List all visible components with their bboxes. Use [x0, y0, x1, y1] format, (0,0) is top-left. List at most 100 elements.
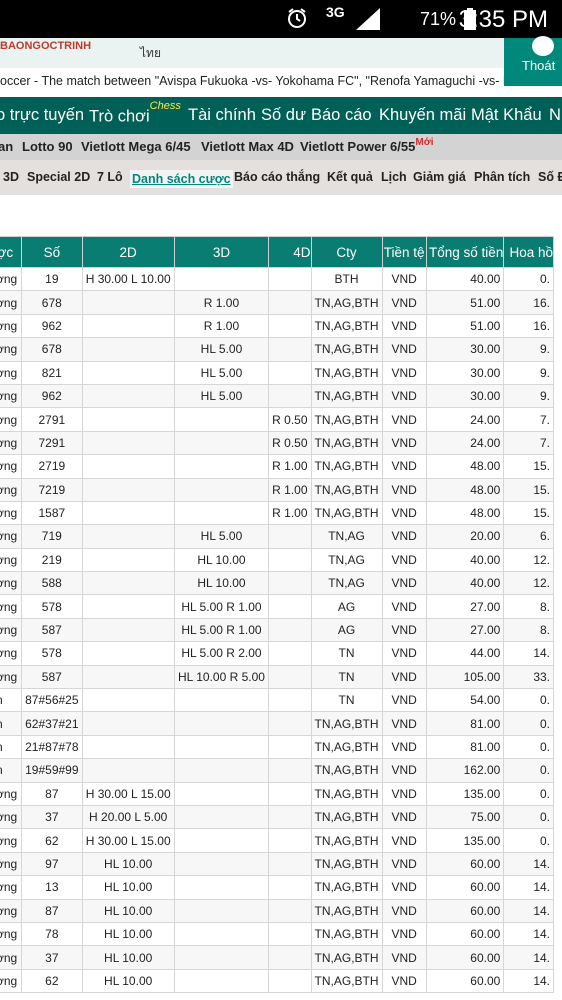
cell-bet-type: n — [0, 711, 23, 736]
cell-number: 62 — [21, 968, 83, 994]
cell-commission: 0. — [503, 828, 554, 853]
cell-3d — [173, 828, 270, 853]
cell-commission: 9. — [503, 360, 554, 385]
cell-number: 87#56#25 — [21, 688, 83, 713]
cell-total: 40.00 — [425, 571, 505, 596]
cell-3d — [173, 921, 270, 947]
lottery-nav: an Lotto 90 Vietlott Mega 6/45 Vietlott … — [0, 134, 562, 160]
table-row: ờng13HL 10.00 TN,AG,BTHVND60.0014. — [0, 875, 554, 900]
cell-company: TN,AG,BTH — [310, 313, 383, 339]
lottery-tab-lotto90[interactable]: Lotto 90 — [22, 139, 73, 154]
tab-analysis[interactable]: Phân tích — [474, 170, 530, 184]
cell-2d: H 20.00 L 5.00 — [81, 804, 175, 830]
cell-currency: VND — [381, 781, 427, 806]
table-row: ờng2719 R 1.00TN,AG,BTHVND48.0015. — [0, 454, 554, 479]
cell-number: 62#37#21 — [21, 711, 83, 736]
cell-company: TN,AG,BTH — [310, 781, 383, 806]
cell-3d: HL 10.00 — [173, 547, 270, 573]
nav-password[interactable]: Mật Khẩu — [471, 106, 542, 125]
cell-currency: VND — [381, 547, 427, 573]
bet-type-nav: 3D Special 2D 7 Lô Danh sách cược Báo cá… — [0, 160, 562, 194]
cell-4d — [268, 360, 312, 385]
cell-4d — [268, 641, 312, 666]
nav-games[interactable]: Trò chơiChess — [89, 100, 181, 127]
battery-percent: 71% — [419, 9, 456, 29]
tab-schedule[interactable]: Lịch — [381, 170, 407, 184]
cell-4d: R 0.50 — [268, 407, 312, 432]
cell-2d — [81, 313, 175, 339]
cell-company: TN,AG — [310, 547, 383, 573]
table-row: ờng7219 R 1.00TN,AG,BTHVND48.0015. — [0, 477, 554, 502]
cell-commission: 0. — [503, 688, 554, 713]
cell-bet-type: ờng — [0, 266, 23, 292]
cell-bet-type: ờng — [0, 547, 23, 573]
cell-commission: 14. — [503, 921, 554, 947]
tab-bet-list[interactable]: Danh sách cược — [130, 170, 233, 188]
cell-currency: VND — [381, 477, 427, 502]
tab-3d[interactable]: 3D — [3, 170, 19, 184]
cell-commission: 15. — [503, 500, 554, 526]
tab-discount[interactable]: Giảm giá — [413, 170, 466, 184]
cell-number: 7219 — [21, 477, 83, 502]
language-thai-link[interactable]: ไทย — [140, 44, 161, 63]
lottery-tab-1[interactable]: an — [0, 139, 13, 154]
nav-finance[interactable]: Tài chính — [188, 106, 256, 125]
cell-bet-type: ờng — [0, 313, 23, 339]
tab-results[interactable]: Kết quả — [327, 170, 373, 184]
cell-number: 97 — [21, 851, 83, 877]
cell-total: 40.00 — [425, 266, 505, 292]
nav-balance[interactable]: Số dư — [261, 106, 306, 125]
cell-total: 81.00 — [425, 734, 505, 760]
lottery-tab-max4d[interactable]: Vietlott Max 4D — [201, 139, 294, 154]
lottery-tab-mega645[interactable]: Vietlott Mega 6/45 — [81, 139, 191, 154]
cell-total: 48.00 — [425, 454, 505, 479]
bet-list-table: rợc Số 2D 3D 4D Cty Tiền tệ Tổng số tiền… — [0, 236, 554, 994]
nav-promotions[interactable]: Khuyến mãi — [379, 106, 466, 125]
cell-number: 19 — [21, 266, 83, 292]
cell-2d: H 30.00 L 15.00 — [81, 781, 175, 806]
cell-company: TN,AG,BTH — [310, 290, 383, 315]
cell-total: 51.00 — [425, 313, 505, 339]
cell-currency: VND — [381, 711, 427, 736]
cell-number: 962 — [21, 313, 83, 339]
cell-3d: HL 5.00 R 1.00 — [173, 617, 270, 643]
cell-bet-type: ờng — [0, 430, 23, 456]
cell-3d — [173, 758, 270, 783]
cell-3d — [173, 781, 270, 806]
tab-win-report[interactable]: Báo cáo thắng — [234, 170, 320, 184]
col-company: Cty — [310, 236, 383, 268]
cell-2d — [81, 524, 175, 549]
cell-4d — [268, 921, 312, 947]
cell-company: TN,AG,BTH — [310, 921, 383, 947]
cell-commission: 15. — [503, 477, 554, 502]
table-row: ờng588 HL 10.00 TN,AGVND40.0012. — [0, 571, 554, 596]
cell-2d: HL 10.00 — [81, 851, 175, 877]
cell-2d — [81, 664, 175, 690]
cell-number: 2791 — [21, 407, 83, 432]
cell-4d: R 0.50 — [268, 430, 312, 456]
cell-total: 48.00 — [425, 500, 505, 526]
cell-bet-type: ờng — [0, 454, 23, 479]
cell-number: 1587 — [21, 500, 83, 526]
cell-total: 60.00 — [425, 968, 505, 994]
logout-button[interactable]: Thoát — [504, 36, 562, 86]
cell-commission: 8. — [503, 617, 554, 643]
cell-number: 87 — [21, 898, 83, 923]
cell-commission: 12. — [503, 571, 554, 596]
nav-live[interactable]: o trực tuyến — [0, 106, 84, 125]
nav-more[interactable]: N — [549, 106, 561, 125]
nav-reports[interactable]: Báo cáo — [311, 106, 372, 125]
cell-company: TN,AG,BTH — [310, 454, 383, 479]
tab-7lo[interactable]: 7 Lô — [97, 170, 123, 184]
tab-special-2d[interactable]: Special 2D — [27, 170, 90, 184]
lottery-tab-power655[interactable]: Vietlott Power 6/55Mới — [300, 137, 434, 154]
cell-3d — [173, 734, 270, 760]
cell-bet-type: ờng — [0, 851, 23, 877]
cell-currency: VND — [381, 266, 427, 292]
table-row: n21#87#78 TN,AG,BTHVND81.000. — [0, 734, 554, 760]
cell-total: 44.00 — [425, 641, 505, 666]
tab-more[interactable]: Số Đ — [538, 170, 562, 184]
cell-2d: HL 10.00 — [81, 875, 175, 900]
table-row: ờng87HL 10.00 TN,AG,BTHVND60.0014. — [0, 898, 554, 923]
cell-total: 105.00 — [425, 664, 505, 690]
